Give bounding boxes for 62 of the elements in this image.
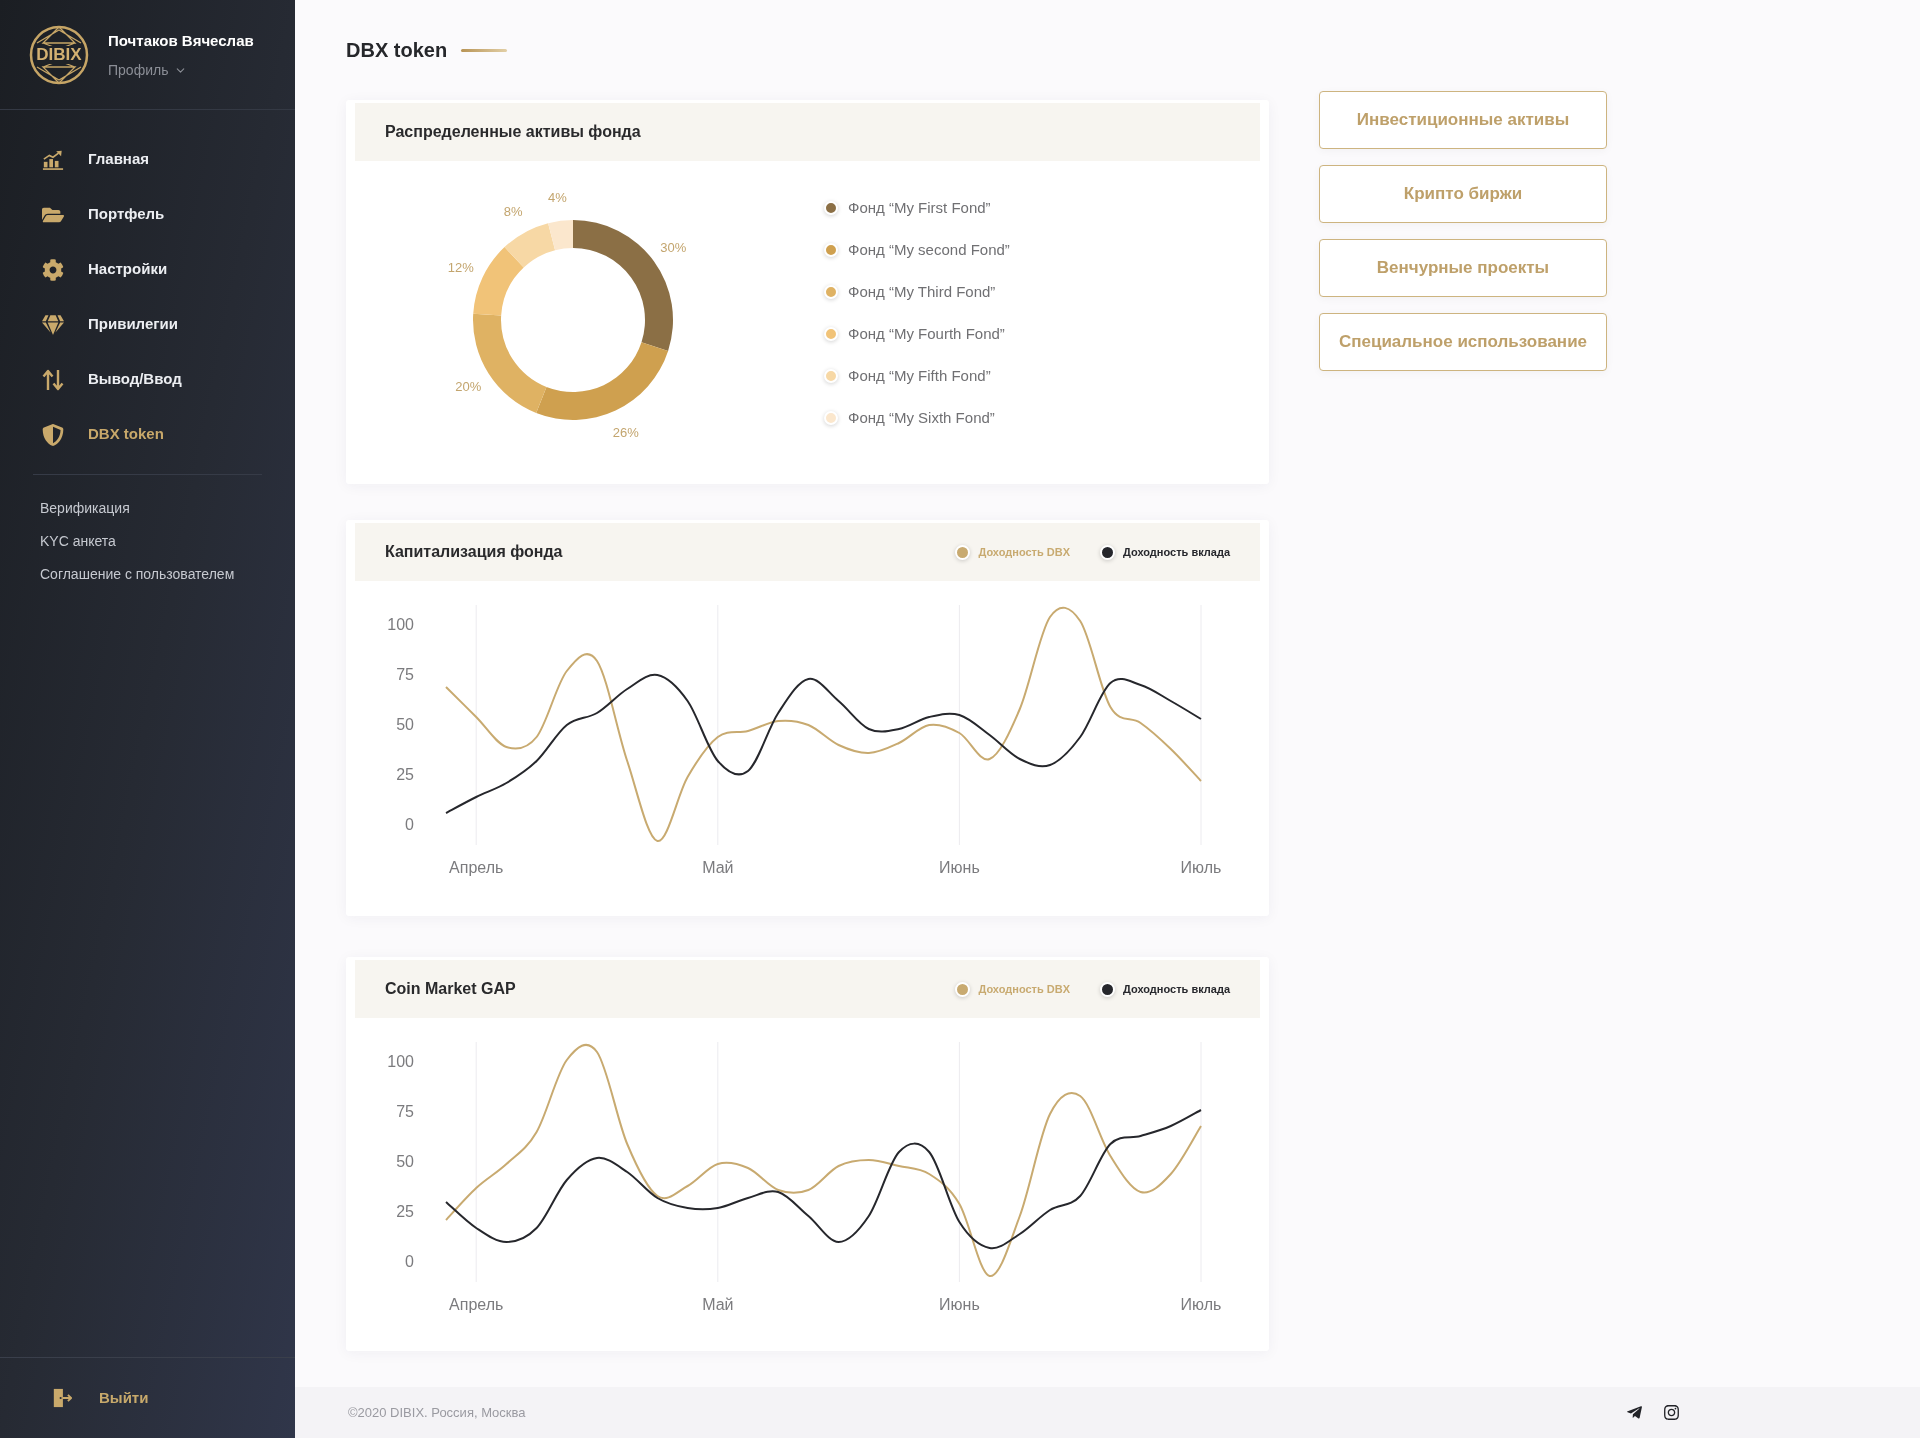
logout-button[interactable]: Выйти bbox=[52, 1386, 149, 1410]
copyright-text: ©2020 DIBIX. Россия, Москва bbox=[348, 1403, 526, 1422]
legend-label: Фонд “My Third Fond” bbox=[848, 281, 996, 302]
nav-item[interactable]: Вывод/Ввод bbox=[0, 352, 295, 407]
legend-label: Доходность вклада bbox=[1123, 544, 1230, 560]
nav-item[interactable]: Главная bbox=[0, 132, 295, 187]
axis-label: 25 bbox=[396, 765, 414, 785]
card-title: Распределенные активы фонда bbox=[385, 122, 641, 142]
logo-emblem bbox=[29, 24, 89, 85]
bar-chart-icon bbox=[42, 148, 64, 171]
profile-menu[interactable]: Профиль bbox=[108, 59, 188, 81]
axis-label: 75 bbox=[396, 1102, 414, 1122]
nav-item[interactable]: Привилегии bbox=[0, 297, 295, 352]
card-title: Капитализация фонда bbox=[385, 542, 563, 562]
data-label: 8% bbox=[503, 204, 523, 218]
data-label: 30% bbox=[660, 240, 687, 254]
axis-label: 0 bbox=[405, 1252, 414, 1272]
axis-label: Май bbox=[702, 1295, 734, 1315]
legend-label: Фонд “My First Fond” bbox=[848, 197, 991, 218]
axis-label: 25 bbox=[396, 1202, 414, 1222]
up-down-arrows-icon bbox=[42, 368, 64, 391]
axis-label: 50 bbox=[396, 715, 414, 735]
sidebar-link[interactable]: KYC анкета bbox=[40, 525, 116, 558]
legend-label: Доходность вклада bbox=[1123, 981, 1230, 997]
sidebar-link[interactable]: Верификация bbox=[40, 492, 130, 525]
axis-label: Июль bbox=[1180, 1295, 1222, 1315]
legend-label: Фонд “My Fifth Fond” bbox=[848, 365, 991, 386]
legend-label: Фонд “My second Fond” bbox=[848, 239, 1010, 260]
nav-item[interactable]: DBX token bbox=[0, 407, 295, 462]
camera-icon[interactable] bbox=[1663, 1404, 1680, 1421]
axis-label: 100 bbox=[387, 615, 414, 635]
data-label: 12% bbox=[447, 260, 474, 274]
legend-label: Фонд “My Sixth Fond” bbox=[848, 407, 995, 428]
legend-label: Доходность DBX bbox=[978, 544, 1071, 560]
data-label: 26% bbox=[612, 425, 639, 439]
page-title: DBX token bbox=[346, 38, 448, 63]
axis-label: 75 bbox=[396, 665, 414, 685]
data-label: 4% bbox=[548, 190, 567, 204]
axis-label: 50 bbox=[396, 1152, 414, 1172]
sidebar-link[interactable]: Соглашение с пользователем bbox=[40, 558, 235, 591]
nav-item[interactable]: Настройки bbox=[0, 242, 295, 297]
axis-label: Апрель bbox=[449, 858, 504, 878]
user-name: Почтаков Вячеслав bbox=[108, 31, 254, 52]
legend-label: Фонд “My Fourth Fond” bbox=[848, 323, 1005, 344]
axis-label: Апрель bbox=[449, 1295, 504, 1315]
paper-plane-icon[interactable] bbox=[1626, 1404, 1643, 1421]
logout-icon bbox=[52, 1388, 72, 1408]
axis-label: Май bbox=[702, 858, 734, 878]
axis-label: Июль bbox=[1180, 858, 1222, 878]
shield-icon bbox=[42, 423, 64, 446]
logo-text: DIBIX bbox=[35, 45, 83, 64]
axis-label: Июнь bbox=[939, 1295, 980, 1315]
axis-label: 100 bbox=[387, 1052, 414, 1072]
legend-label: Доходность DBX bbox=[978, 981, 1071, 997]
diamond-icon bbox=[42, 313, 64, 336]
axis-label: 0 bbox=[405, 815, 414, 835]
data-label: 20% bbox=[455, 379, 482, 393]
axis-label: Июнь bbox=[939, 858, 980, 878]
settings-icon bbox=[42, 258, 64, 281]
card-title: Coin Market GAP bbox=[385, 979, 516, 999]
nav-item[interactable]: Портфель bbox=[0, 187, 295, 242]
accent-line bbox=[461, 48, 508, 52]
